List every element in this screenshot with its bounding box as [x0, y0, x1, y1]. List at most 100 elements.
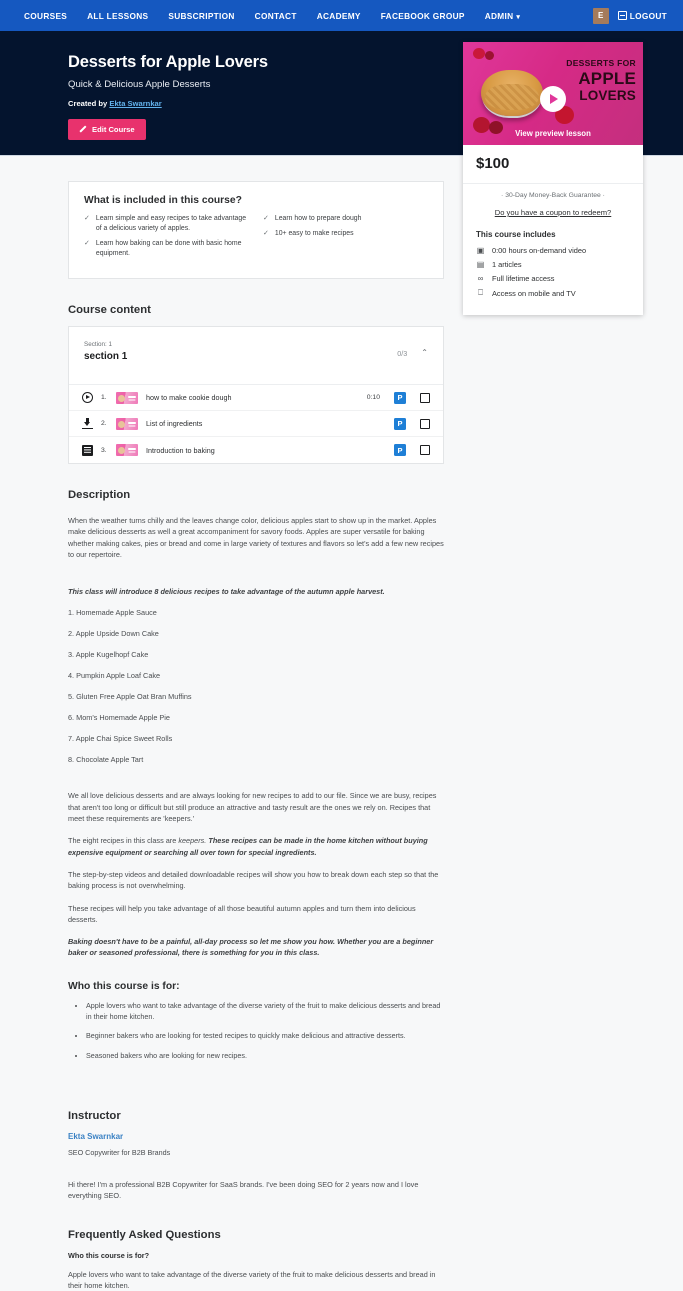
check-icon: ✓ — [84, 240, 90, 247]
list-item: 3. Apple Kugelhopf Cake — [68, 650, 149, 660]
lesson-checkbox[interactable] — [420, 418, 430, 429]
logout-icon — [617, 11, 627, 20]
thumbnail-title: DESSERTS FOR APPLE LOVERS — [558, 59, 636, 102]
chevron-up-icon[interactable]: ⌃ — [421, 348, 428, 357]
instructor-role: SEO Copywriter for B2B Brands — [68, 1147, 171, 1157]
faq-question[interactable]: Who this course is for? — [68, 1251, 444, 1260]
top-navbar: COURSES ALL LESSONS SUBSCRIPTION CONTACT… — [0, 0, 683, 31]
play-icon[interactable] — [540, 86, 566, 112]
lesson-number: 2. — [101, 420, 107, 427]
nav-links: COURSES ALL LESSONS SUBSCRIPTION CONTACT… — [14, 11, 530, 21]
included-column-right: ✓ Learn how to prepare dough ✓ 10+ easy … — [263, 214, 428, 264]
lesson-title: List of ingredients — [146, 419, 203, 428]
instructor-name-link[interactable]: Ekta Swarnkar — [68, 1132, 444, 1141]
description-paragraph-2: We all love delicious desserts and are a… — [68, 791, 437, 824]
list-item: 7. Apple Chai Spice Sweet Rolls — [68, 734, 173, 744]
section-progress: 0/3 — [397, 349, 408, 358]
section-header[interactable]: Section: 1 section 1 0/3 ⌃ — [69, 327, 443, 385]
list-item: 2. Apple Upside Down Cake — [68, 629, 159, 639]
pencil-icon — [79, 126, 87, 134]
section-name: section 1 — [84, 351, 128, 362]
main-content: What is included in this course? ✓ Learn… — [0, 181, 683, 1291]
article-icon: ▤ — [476, 260, 485, 269]
nav-item-all-lessons[interactable]: ALL LESSONS — [77, 11, 158, 21]
thumbnail-title-line1: DESSERTS FOR — [566, 58, 636, 68]
created-by-label: Created by — [68, 99, 108, 108]
check-icon: ✓ — [263, 230, 269, 238]
preview-badge[interactable]: P — [394, 417, 406, 430]
included-label: Learn how to prepare dough — [274, 215, 362, 222]
course-price: $100 — [476, 155, 510, 172]
description-paragraph-4: The step-by-step videos and detailed dow… — [68, 869, 439, 891]
nav-item-admin-label: ADMIN — [484, 10, 514, 21]
lesson-thumbnail — [116, 391, 138, 404]
description-paragraph-6: Baking doesn't have to be a painful, all… — [68, 937, 434, 958]
coupon-link[interactable]: Do you have a coupon to redeem? — [476, 208, 630, 217]
lesson-checkbox[interactable] — [420, 445, 430, 455]
nav-item-academy[interactable]: ACADEMY — [307, 11, 371, 21]
list-item: ✓ Learn how to prepare dough — [263, 214, 428, 224]
description-title: Description — [68, 489, 131, 501]
preview-badge[interactable]: P — [394, 391, 406, 404]
list-item: Seasoned bakers who are looking for new … — [86, 1051, 444, 1062]
course-purchase-card: DESSERTS FOR APPLE LOVERS View preview l… — [463, 42, 643, 315]
preview-badge[interactable]: P — [394, 444, 406, 456]
list-item: 8. Chocolate Apple Tart — [68, 755, 144, 765]
card-body: Do you have a coupon to redeem? This cou… — [463, 208, 643, 315]
faq-title: Frequently Asked Questions — [68, 1228, 221, 1241]
document-icon — [82, 444, 93, 456]
nav-item-courses[interactable]: COURSES — [14, 11, 77, 21]
thumbnail-title-line2: APPLE — [578, 68, 636, 88]
table-row[interactable]: 2. List of ingredients P — [69, 411, 443, 437]
table-row[interactable]: 1. how to make cookie dough 0:10 P — [69, 385, 443, 411]
nav-item-contact[interactable]: CONTACT — [245, 11, 307, 21]
nav-item-admin[interactable]: ADMIN ▾ — [475, 11, 531, 21]
logout-button[interactable]: LOGOUT — [617, 10, 673, 21]
table-row[interactable]: 3. Introduction to baking P — [69, 437, 443, 463]
included-label: Learn simple and easy recipes to take ad… — [95, 215, 247, 232]
course-content-title: Course content — [68, 304, 151, 316]
list-item: ✓ 10+ easy to make recipes — [263, 229, 428, 239]
lesson-title: Introduction to baking — [146, 445, 215, 455]
list-item: ✓ Learn simple and easy recipes to take … — [84, 214, 249, 234]
content-column: What is included in this course? ✓ Learn… — [68, 181, 444, 1291]
para3-italic: keepers. — [178, 836, 207, 846]
include-label: Full lifetime access — [492, 274, 555, 283]
list-item: 5. Gluten Free Apple Oat Bran Muffins — [68, 692, 192, 702]
description-paragraph-3: The eight recipes in this class are keep… — [68, 835, 444, 858]
list-item: 4. Pumpkin Apple Loaf Cake — [68, 671, 161, 681]
what-is-included-box: What is included in this course? ✓ Learn… — [68, 181, 444, 279]
avatar[interactable]: E — [592, 7, 609, 24]
lesson-number: 1. — [101, 394, 107, 401]
lesson-thumbnail — [116, 444, 138, 456]
course-preview-thumbnail[interactable]: DESSERTS FOR APPLE LOVERS View preview l… — [463, 42, 643, 145]
author-link[interactable]: Ekta Swarnkar — [109, 99, 161, 108]
section-header-left: Section: 1 section 1 — [84, 341, 397, 362]
included-label: 10+ easy to make recipes — [274, 230, 354, 238]
edit-course-button[interactable]: Edit Course — [68, 119, 146, 140]
lesson-number: 3. — [101, 446, 107, 454]
download-icon — [82, 418, 93, 429]
description-intro-bold: This class will introduce 8 delicious re… — [68, 587, 385, 597]
section-eyebrow: Section: 1 — [84, 341, 113, 348]
check-icon: ✓ — [84, 215, 90, 222]
audience-title: Who this course is for: — [68, 980, 180, 992]
check-icon: ✓ — [263, 215, 269, 222]
logout-label: LOGOUT — [629, 10, 667, 21]
lesson-checkbox[interactable] — [420, 392, 430, 403]
included-column-left: ✓ Learn simple and easy recipes to take … — [84, 214, 249, 264]
instructor-title: Instructor — [68, 1109, 121, 1122]
nav-item-subscription[interactable]: SUBSCRIPTION — [158, 11, 244, 21]
chevron-down-icon: ▾ — [516, 13, 521, 21]
mobile-icon: ⎕ — [478, 288, 483, 297]
infinity-icon: ∞ — [477, 274, 484, 283]
lesson-title: how to make cookie dough — [146, 393, 232, 402]
list-item: ∞ Full lifetime access — [476, 274, 630, 283]
include-label: Access on mobile and TV — [492, 288, 576, 298]
para3-text: The eight recipes in this class are — [68, 836, 179, 846]
list-item: ▣ 0:00 hours on-demand video — [476, 246, 630, 255]
list-item: Beginner bakers who are looking for test… — [86, 1031, 444, 1042]
view-preview-lesson-link[interactable]: View preview lesson — [463, 129, 643, 138]
nav-item-facebook-group[interactable]: FACEBOOK GROUP — [371, 11, 475, 21]
include-label: 1 articles — [492, 260, 522, 269]
